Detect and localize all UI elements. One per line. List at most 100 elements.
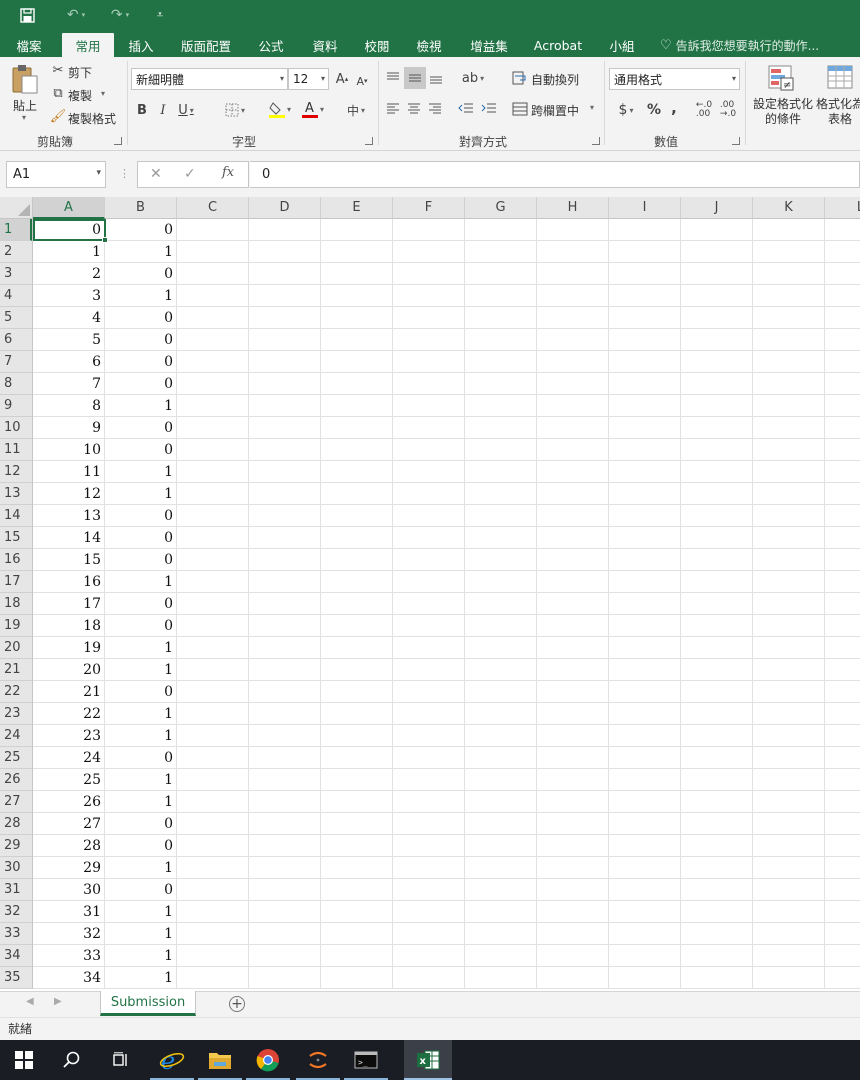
tab-formulas[interactable]: 公式 (250, 33, 292, 57)
cell-b33[interactable]: 1 (105, 923, 176, 944)
cell-b32[interactable]: 1 (105, 901, 176, 922)
column-header-h[interactable]: H (537, 197, 609, 218)
decrease-decimal-icon[interactable]: .00 →.0 (718, 99, 738, 121)
tab-home[interactable]: 常用 (62, 33, 114, 57)
wrap-text-icon[interactable] (511, 67, 529, 89)
row-header-12[interactable]: 12 (0, 461, 32, 483)
row-header-31[interactable]: 31 (0, 879, 32, 901)
cell-a32[interactable]: 31 (33, 901, 104, 922)
column-header-a[interactable]: A (33, 197, 105, 219)
terminal-icon[interactable]: >_ (342, 1040, 390, 1080)
column-header-e[interactable]: E (321, 197, 393, 218)
paste-dropdown-icon[interactable]: ▾ (22, 113, 26, 122)
row-header-18[interactable]: 18 (0, 593, 32, 615)
row-header-22[interactable]: 22 (0, 681, 32, 703)
cell-a31[interactable]: 30 (33, 879, 104, 900)
task-view-icon[interactable] (96, 1040, 144, 1080)
row-header-27[interactable]: 27 (0, 791, 32, 813)
cut-button[interactable]: 剪下 (68, 64, 92, 81)
row-header-20[interactable]: 20 (0, 637, 32, 659)
row-header-34[interactable]: 34 (0, 945, 32, 967)
cell-a27[interactable]: 26 (33, 791, 104, 812)
cell-a7[interactable]: 6 (33, 351, 104, 372)
cell-b6[interactable]: 0 (105, 329, 176, 350)
cell-a30[interactable]: 29 (33, 857, 104, 878)
sheet-tab-submission[interactable]: Submission (100, 991, 196, 1016)
cell-a21[interactable]: 20 (33, 659, 104, 680)
copy-dropdown-icon[interactable]: ▾ (101, 89, 105, 98)
cell-b26[interactable]: 1 (105, 769, 176, 790)
cell-a22[interactable]: 21 (33, 681, 104, 702)
tab-insert[interactable]: 插入 (120, 33, 162, 57)
column-header-g[interactable]: G (465, 197, 537, 218)
row-header-1[interactable]: 1 (0, 219, 32, 241)
cell-a4[interactable]: 3 (33, 285, 104, 306)
cell-a24[interactable]: 23 (33, 725, 104, 746)
windows-start-icon[interactable] (0, 1040, 48, 1080)
cell-a17[interactable]: 16 (33, 571, 104, 592)
jupyter-icon[interactable] (294, 1040, 342, 1080)
cell-b10[interactable]: 0 (105, 417, 176, 438)
tab-addins[interactable]: 增益集 (462, 33, 516, 57)
cell-a28[interactable]: 27 (33, 813, 104, 834)
align-bottom-icon[interactable] (427, 67, 445, 89)
insert-function-icon[interactable]: fx (222, 165, 234, 180)
align-right-icon[interactable] (426, 98, 444, 120)
chrome-icon[interactable] (244, 1040, 292, 1080)
font-launcher-icon[interactable] (365, 137, 373, 145)
active-cell-cursor[interactable] (33, 219, 108, 243)
row-header-25[interactable]: 25 (0, 747, 32, 769)
cell-a13[interactable]: 12 (33, 483, 104, 504)
format-as-table-button[interactable]: 格式化為表格 (816, 97, 860, 129)
cell-a35[interactable]: 34 (33, 967, 104, 988)
cell-b20[interactable]: 1 (105, 637, 176, 658)
tab-team[interactable]: 小組 (600, 33, 644, 57)
scissors-icon[interactable]: ✂ (50, 62, 66, 78)
conditional-formatting-icon[interactable]: ≠ (765, 63, 797, 93)
column-header-f[interactable]: F (393, 197, 465, 218)
number-launcher-icon[interactable] (732, 137, 740, 145)
row-header-21[interactable]: 21 (0, 659, 32, 681)
file-explorer-icon[interactable] (196, 1040, 244, 1080)
cell-a18[interactable]: 17 (33, 593, 104, 614)
row-header-16[interactable]: 16 (0, 549, 32, 571)
phonetic-icon[interactable]: 中 ▾ (340, 99, 372, 121)
cell-b1[interactable]: 0 (105, 219, 176, 240)
cell-a2[interactable]: 1 (33, 241, 104, 262)
increase-indent-icon[interactable] (479, 98, 499, 120)
row-header-14[interactable]: 14 (0, 505, 32, 527)
cell-b12[interactable]: 1 (105, 461, 176, 482)
cell-b3[interactable]: 0 (105, 263, 176, 284)
column-header-k[interactable]: K (753, 197, 825, 218)
enter-icon[interactable]: ✓ (184, 166, 196, 182)
align-center-icon[interactable] (405, 98, 423, 120)
row-header-23[interactable]: 23 (0, 703, 32, 725)
bold-icon[interactable]: B (134, 99, 150, 121)
cell-a23[interactable]: 22 (33, 703, 104, 724)
excel-icon[interactable]: x (404, 1040, 452, 1080)
column-header-i[interactable]: I (609, 197, 681, 218)
font-color-icon[interactable]: A ▾ (298, 97, 328, 121)
more-options-icon[interactable]: ⋮ (119, 167, 130, 180)
cell-a19[interactable]: 18 (33, 615, 104, 636)
cell-a9[interactable]: 8 (33, 395, 104, 416)
paste-button[interactable]: 貼上 (13, 97, 37, 114)
format-painter-icon[interactable]: 🖌 (50, 108, 67, 124)
cell-a15[interactable]: 14 (33, 527, 104, 548)
percent-icon[interactable]: % (644, 99, 664, 121)
align-middle-icon[interactable] (404, 67, 426, 89)
align-top-icon[interactable] (384, 67, 402, 89)
column-header-c[interactable]: C (177, 197, 249, 218)
alignment-launcher-icon[interactable] (592, 137, 600, 145)
conditional-formatting-button[interactable]: 設定格式化的條件 (751, 97, 815, 127)
row-header-32[interactable]: 32 (0, 901, 32, 923)
search-icon[interactable] (48, 1040, 96, 1080)
cell-b31[interactable]: 0 (105, 879, 176, 900)
row-header-35[interactable]: 35 (0, 967, 32, 989)
cell-b2[interactable]: 1 (105, 241, 176, 262)
cell-a12[interactable]: 11 (33, 461, 104, 482)
cell-b7[interactable]: 0 (105, 351, 176, 372)
cell-a3[interactable]: 2 (33, 263, 104, 284)
tab-review[interactable]: 校閱 (356, 33, 398, 57)
redo-icon[interactable]: ↷ ▾ (104, 0, 136, 30)
